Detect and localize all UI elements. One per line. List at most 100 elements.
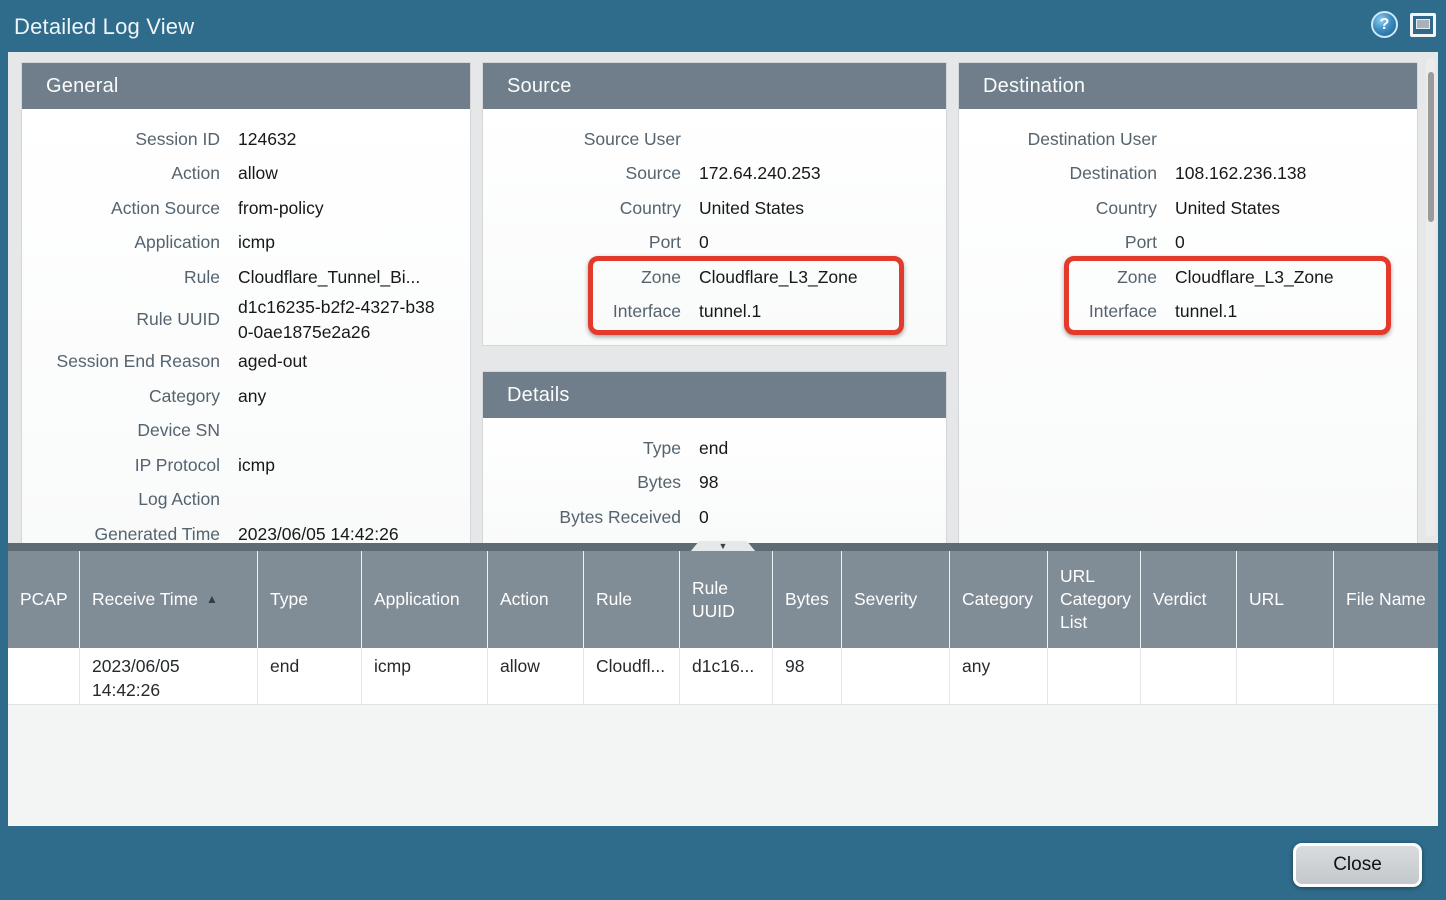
general-panel: General Session ID124632 Actionallow Act…	[22, 63, 470, 543]
cell-url-category-list	[1048, 648, 1141, 704]
field-value: icmp	[228, 453, 470, 478]
column-header-pcap[interactable]: PCAP	[8, 551, 80, 648]
field-value: end	[689, 436, 946, 461]
field-label: Port	[959, 232, 1165, 253]
field-source-zone: ZoneCloudflare_L3_Zone	[483, 260, 946, 295]
field-destination-interface: Interfacetunnel.1	[959, 295, 1417, 330]
cell-verdict	[1141, 648, 1237, 704]
field-bytes: Bytes98	[483, 466, 946, 501]
field-label: Log Action	[22, 489, 228, 510]
column-header-category[interactable]: Category	[950, 551, 1048, 648]
details-panel-header: Details	[483, 372, 946, 418]
field-label: Zone	[483, 267, 689, 288]
field-label: Bytes	[483, 472, 689, 493]
field-source-interface: Interfacetunnel.1	[483, 295, 946, 330]
panels-scrollbar-thumb[interactable]	[1428, 72, 1434, 222]
column-header-url-category-list[interactable]: URL Category List	[1048, 551, 1141, 648]
details-panel-body: Typeend Bytes98 Bytes Received0	[483, 418, 946, 543]
destination-panel-body: Destination User Destination108.162.236.…	[959, 109, 1417, 543]
column-label: URL	[1249, 588, 1284, 611]
field-label: IP Protocol	[22, 455, 228, 476]
cell-application: icmp	[362, 648, 488, 704]
column-header-file-name[interactable]: File Name	[1334, 551, 1438, 648]
cell-action: allow	[488, 648, 584, 704]
field-label: Bytes Received	[483, 507, 689, 528]
cell-rule: Cloudfl...	[584, 648, 680, 704]
source-panel-header: Source	[483, 63, 946, 109]
field-value: aged-out	[228, 349, 470, 374]
field-value: icmp	[228, 230, 470, 255]
column-label: Bytes	[785, 588, 829, 611]
close-button[interactable]: Close	[1293, 843, 1422, 887]
field-value: d1c16235-b2f2-4327-b380-0ae1875e2a26	[228, 295, 470, 345]
table-row[interactable]: 2023/06/05 14:42:26 end icmp allow Cloud…	[8, 648, 1438, 705]
field-log-action: Log Action	[22, 483, 470, 518]
field-action-source: Action Sourcefrom-policy	[22, 191, 470, 226]
field-ip-protocol: IP Protocolicmp	[22, 448, 470, 483]
column-header-url[interactable]: URL	[1237, 551, 1334, 648]
panels-area: General Session ID124632 Actionallow Act…	[8, 52, 1438, 543]
field-label: Interface	[483, 301, 689, 322]
field-label: Source User	[483, 129, 689, 150]
column-label: PCAP	[20, 588, 68, 611]
field-source-user: Source User	[483, 122, 946, 157]
cell-url	[1237, 648, 1334, 704]
field-value: 0	[689, 230, 946, 255]
field-type: Typeend	[483, 431, 946, 466]
field-label: Type	[483, 438, 689, 459]
field-value: United States	[689, 196, 946, 221]
field-destination: Destination108.162.236.138	[959, 157, 1417, 192]
field-label: Session End Reason	[22, 351, 228, 372]
detailed-log-view-dialog: Detailed Log View ? General Session ID12…	[0, 0, 1446, 900]
title-bar: Detailed Log View ?	[0, 0, 1446, 52]
column-label: URL Category List	[1060, 565, 1131, 634]
column-header-receive-time[interactable]: Receive Time▲	[80, 551, 258, 648]
destination-panel: Destination Destination User Destination…	[959, 63, 1417, 543]
field-category: Categoryany	[22, 379, 470, 414]
field-destination-zone: ZoneCloudflare_L3_Zone	[959, 260, 1417, 295]
field-label: Source	[483, 163, 689, 184]
field-rule: RuleCloudflare_Tunnel_Bi...	[22, 260, 470, 295]
field-label: Device SN	[22, 420, 228, 441]
cell-file-name	[1334, 648, 1438, 704]
field-label: Rule	[22, 267, 228, 288]
destination-column: Destination Destination User Destination…	[959, 63, 1417, 543]
column-label: Application	[374, 588, 460, 611]
maximize-icon-inner	[1416, 19, 1430, 29]
general-panel-header: General	[22, 63, 470, 109]
field-label: Port	[483, 232, 689, 253]
field-destination-country: CountryUnited States	[959, 191, 1417, 226]
column-header-verdict[interactable]: Verdict	[1141, 551, 1237, 648]
panels-scrollbar[interactable]	[1426, 58, 1435, 537]
field-label: Action Source	[22, 198, 228, 219]
field-label: Destination User	[959, 129, 1165, 150]
column-header-rule-uuid[interactable]: Rule UUID	[680, 551, 773, 648]
column-label: Receive Time	[92, 588, 198, 611]
cell-receive-time: 2023/06/05 14:42:26	[80, 648, 258, 704]
column-header-severity[interactable]: Severity	[842, 551, 950, 648]
field-value: Cloudflare_L3_Zone	[1165, 265, 1417, 290]
column-header-type[interactable]: Type	[258, 551, 362, 648]
field-device-sn: Device SN	[22, 414, 470, 449]
column-header-bytes[interactable]: Bytes	[773, 551, 842, 648]
field-generated-time: Generated Time2023/06/05 14:42:26	[22, 517, 470, 543]
field-source: Source172.64.240.253	[483, 157, 946, 192]
field-value: 108.162.236.138	[1165, 161, 1417, 186]
log-table: PCAP Receive Time▲ Type Application Acti…	[8, 551, 1438, 826]
field-label: Rule UUID	[22, 309, 228, 330]
field-label: Zone	[959, 267, 1165, 288]
cell-bytes: 98	[773, 648, 842, 704]
column-label: Category	[962, 588, 1033, 611]
field-source-port: Port0	[483, 226, 946, 261]
log-table-header: PCAP Receive Time▲ Type Application Acti…	[8, 551, 1438, 648]
field-value: 0	[1165, 230, 1417, 255]
column-label: Severity	[854, 588, 917, 611]
maximize-icon[interactable]	[1410, 13, 1436, 37]
column-header-rule[interactable]: Rule	[584, 551, 680, 648]
help-icon[interactable]: ?	[1371, 11, 1398, 38]
column-header-application[interactable]: Application	[362, 551, 488, 648]
footer-bar: Close	[0, 826, 1446, 900]
column-header-action[interactable]: Action	[488, 551, 584, 648]
field-label: Generated Time	[22, 524, 228, 543]
field-action: Actionallow	[22, 157, 470, 192]
